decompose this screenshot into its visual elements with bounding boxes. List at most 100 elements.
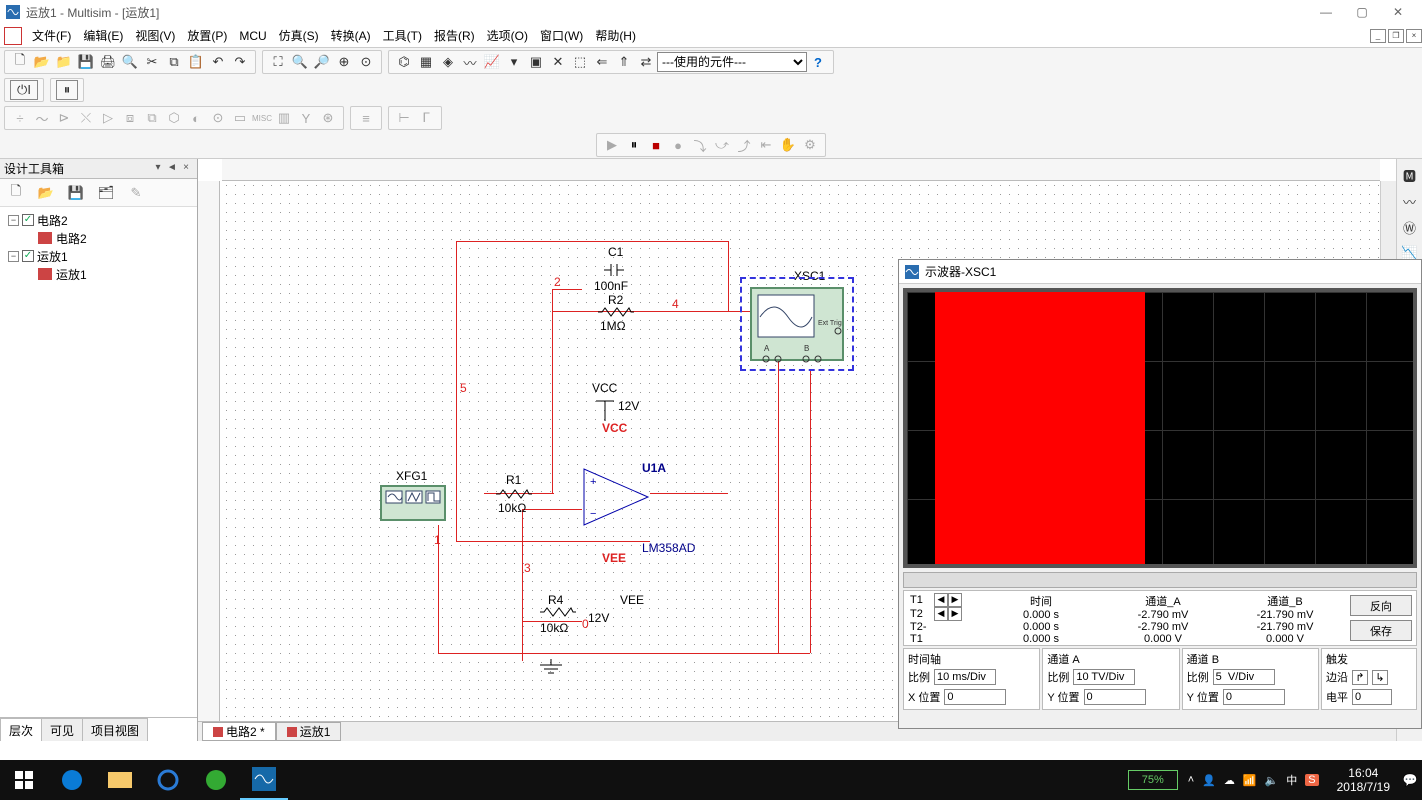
trig-level-input[interactable] xyxy=(1352,689,1392,705)
taskbar-multisim-icon[interactable] xyxy=(240,760,288,800)
instrument-wattmeter-icon[interactable]: Ⓦ xyxy=(1400,217,1420,237)
taskbar-explorer-icon[interactable] xyxy=(96,760,144,800)
chb-pos-input[interactable] xyxy=(1223,689,1285,705)
place-bus-icon[interactable]: ≡ xyxy=(356,108,376,128)
oscilloscope-display[interactable] xyxy=(903,288,1417,568)
tree-item-opamp1-doc[interactable]: 运放1 xyxy=(4,265,193,283)
sim-run-icon[interactable]: ▶ xyxy=(602,135,622,155)
wire[interactable] xyxy=(438,653,810,654)
toolbox-new-icon[interactable]: 🗋 xyxy=(5,182,27,204)
close-button[interactable]: ✕ xyxy=(1380,2,1416,22)
oscilloscope-window[interactable]: 示波器-XSC1 T1◀▶ T2◀▶ T2-T1 时间 0.000 s 0.00… xyxy=(898,259,1422,729)
print-icon[interactable]: 🖨 xyxy=(98,52,118,72)
wire[interactable] xyxy=(552,289,582,290)
cut-icon[interactable]: ✂ xyxy=(142,52,162,72)
toolbox-saveall-icon[interactable]: 🗂 xyxy=(95,182,117,204)
sim-stop-icon[interactable]: ■ xyxy=(646,135,666,155)
place-diode-icon[interactable]: ⊳ xyxy=(54,108,74,128)
cha-scale-input[interactable] xyxy=(1073,669,1135,685)
wire[interactable] xyxy=(810,369,811,653)
tray-ime-icon[interactable]: 中 xyxy=(1286,772,1297,788)
windows-taskbar[interactable]: 75% ˄ 👤 ☁ 📶 🔈 中 S 16:04 2018/7/19 💬 xyxy=(0,760,1422,800)
zoom-sheet-icon[interactable]: ⊙ xyxy=(356,52,376,72)
wire[interactable] xyxy=(456,241,728,242)
tray-chevron-up-icon[interactable]: ˄ xyxy=(1188,774,1194,786)
toolbox-rename-icon[interactable]: ✎ xyxy=(125,182,147,204)
place-advanced-icon[interactable]: ▥ xyxy=(274,108,294,128)
place-misc-icon[interactable]: MISC xyxy=(252,108,272,128)
toolbox-tab-hierarchy[interactable]: 层次 xyxy=(0,718,42,741)
redo-icon[interactable]: ↷ xyxy=(230,52,250,72)
doc-tab-circuit2[interactable]: 电路2 * xyxy=(202,722,276,741)
elec-rules-icon[interactable]: ▣ xyxy=(526,52,546,72)
place-cmos-icon[interactable]: ⧉ xyxy=(142,108,162,128)
hierarchy-icon[interactable]: ⌬ xyxy=(394,52,414,72)
place-source-icon[interactable]: ÷ xyxy=(10,108,30,128)
mdi-restore-button[interactable]: ❐ xyxy=(1388,29,1404,43)
toolbox-open-icon[interactable]: 📂 xyxy=(35,182,57,204)
zoom-area-icon[interactable]: ⊕ xyxy=(334,52,354,72)
zoom-out-icon[interactable]: 🔎 xyxy=(312,52,332,72)
sim-step-back-icon[interactable]: ⇤ xyxy=(756,135,776,155)
taskbar-clock[interactable]: 16:04 2018/7/19 xyxy=(1329,766,1398,794)
menu-file[interactable]: 文件(F) xyxy=(26,25,77,46)
transfer-icon[interactable]: ⇄ xyxy=(636,52,656,72)
menu-place[interactable]: 放置(P) xyxy=(181,25,233,46)
tray-network-icon[interactable]: 📶 xyxy=(1243,774,1257,787)
mdi-system-icon[interactable] xyxy=(4,27,22,45)
menu-tools[interactable]: 工具(T) xyxy=(377,25,428,46)
clear-errs-icon[interactable]: ✕ xyxy=(548,52,568,72)
mdi-minimize-button[interactable]: _ xyxy=(1370,29,1386,43)
wire[interactable] xyxy=(552,289,553,493)
taskbar-app1-icon[interactable] xyxy=(192,760,240,800)
tray-sogou-icon[interactable]: S xyxy=(1305,774,1318,786)
place-transistor-icon[interactable]: ⤬ xyxy=(76,108,96,128)
tray-volume-icon[interactable]: 🔈 xyxy=(1265,774,1279,787)
wire[interactable] xyxy=(728,241,729,311)
instrument-multimeter-icon[interactable]: 🅼 xyxy=(1400,165,1420,185)
toolbox-close-icon[interactable]: × xyxy=(179,162,193,176)
taskbar-edge-icon[interactable] xyxy=(48,760,96,800)
place-rf-icon[interactable]: Y xyxy=(296,108,316,128)
open-file-icon[interactable]: 📂 xyxy=(32,52,52,72)
menu-options[interactable]: 选项(O) xyxy=(481,25,534,46)
place-misc-digital-icon[interactable]: ⬡ xyxy=(164,108,184,128)
timebase-pos-input[interactable] xyxy=(944,689,1006,705)
wire[interactable] xyxy=(522,509,523,661)
database-icon[interactable]: ◈ xyxy=(438,52,458,72)
function-generator-xfg1[interactable] xyxy=(380,485,446,521)
place-analog-icon[interactable]: ▷ xyxy=(98,108,118,128)
place-junction-icon[interactable]: ⊢ xyxy=(394,108,414,128)
place-electromech-icon[interactable]: ⊛ xyxy=(318,108,338,128)
grapher2-icon[interactable]: ▾ xyxy=(504,52,524,72)
menu-window[interactable]: 窗口(W) xyxy=(534,25,589,46)
used-components-dropdown[interactable]: ---使用的元件--- xyxy=(657,52,807,72)
capacitor-c1[interactable] xyxy=(604,263,624,277)
scope-hscrollbar[interactable] xyxy=(903,572,1417,588)
zoom-full-icon[interactable]: ⛶ xyxy=(268,52,288,72)
taskbar-ie-icon[interactable] xyxy=(144,760,192,800)
help-icon[interactable]: ? xyxy=(808,52,828,72)
copy-icon[interactable]: ⧉ xyxy=(164,52,184,72)
sim-step-out-icon[interactable]: ⤴ xyxy=(734,135,754,155)
save-icon[interactable]: 💾 xyxy=(76,52,96,72)
tree-item-opamp1-root[interactable]: − ✓ 运放1 xyxy=(4,247,193,265)
open-sample-icon[interactable]: 📁 xyxy=(54,52,74,72)
t1-right-icon[interactable]: ▶ xyxy=(948,593,962,607)
place-power-icon[interactable]: ▭ xyxy=(230,108,250,128)
new-file-icon[interactable]: 🗋 xyxy=(10,52,30,72)
sim-step-over-icon[interactable]: ⤻ xyxy=(712,135,732,155)
toolbox-save-icon[interactable]: 💾 xyxy=(65,182,87,204)
tree-collapse-icon[interactable]: − xyxy=(8,215,19,226)
notification-center-icon[interactable]: 💬 xyxy=(1398,773,1422,787)
sim-hand-icon[interactable]: ✋ xyxy=(778,135,798,155)
tray-people-icon[interactable]: 👤 xyxy=(1202,774,1216,787)
chb-scale-input[interactable] xyxy=(1213,669,1275,685)
sim-settings-icon[interactable]: ⚙ xyxy=(800,135,820,155)
vcc-symbol-icon[interactable] xyxy=(596,397,614,421)
oscilloscope-xsc1[interactable]: Ext Trig A B xyxy=(740,277,854,371)
go-parent-icon[interactable]: ⇑ xyxy=(614,52,634,72)
toolbox-dropdown-icon[interactable]: ▾ xyxy=(151,162,165,176)
instrument-funcgen-icon[interactable]: 〰 xyxy=(1400,191,1420,211)
toolbox-tab-visible[interactable]: 可见 xyxy=(41,718,83,741)
